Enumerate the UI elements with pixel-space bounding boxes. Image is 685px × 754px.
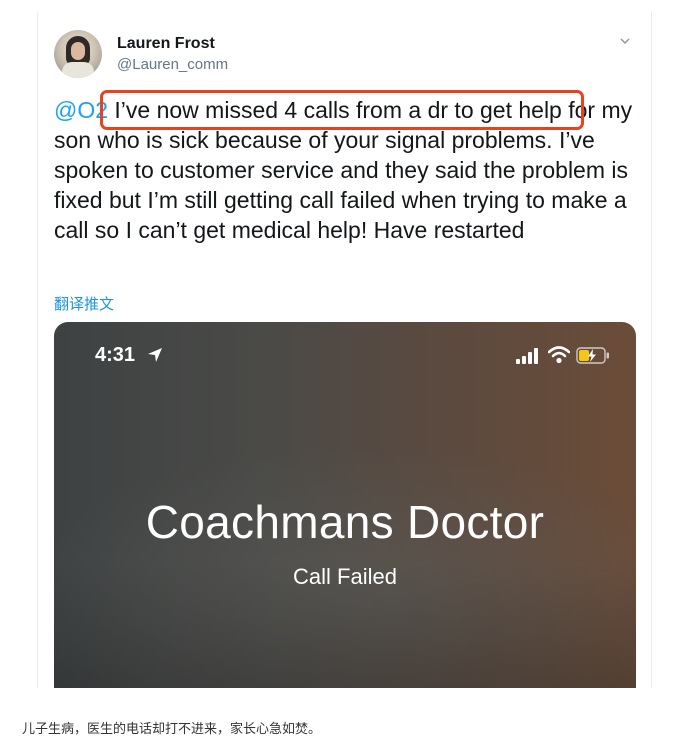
tweet-image[interactable]: 4:31 Coachmans Doctor Call Failed (54, 322, 636, 688)
status-time: 4:31 (95, 344, 136, 366)
call-contact-name: Coachmans Doctor (145, 496, 545, 548)
chevron-down-icon[interactable] (618, 34, 632, 48)
translate-link[interactable]: 翻译推文 (54, 293, 114, 314)
author-handle[interactable]: @Lauren_comm (117, 56, 228, 73)
signal-bars-icon (516, 348, 538, 364)
call-status: Call Failed (293, 564, 397, 589)
author-name[interactable]: Lauren Frost (117, 35, 215, 53)
tweet-card: Lauren Frost @Lauren_comm @O2 I’ve now m… (37, 12, 652, 688)
highlight-box (100, 90, 584, 130)
wifi-icon (548, 346, 570, 364)
battery-charging-icon (576, 347, 609, 364)
location-arrow-icon (148, 348, 162, 362)
article-caption: 儿子生病，医生的电话却打不进来，家长心急如焚。 (22, 722, 322, 737)
author-avatar[interactable] (54, 30, 102, 78)
